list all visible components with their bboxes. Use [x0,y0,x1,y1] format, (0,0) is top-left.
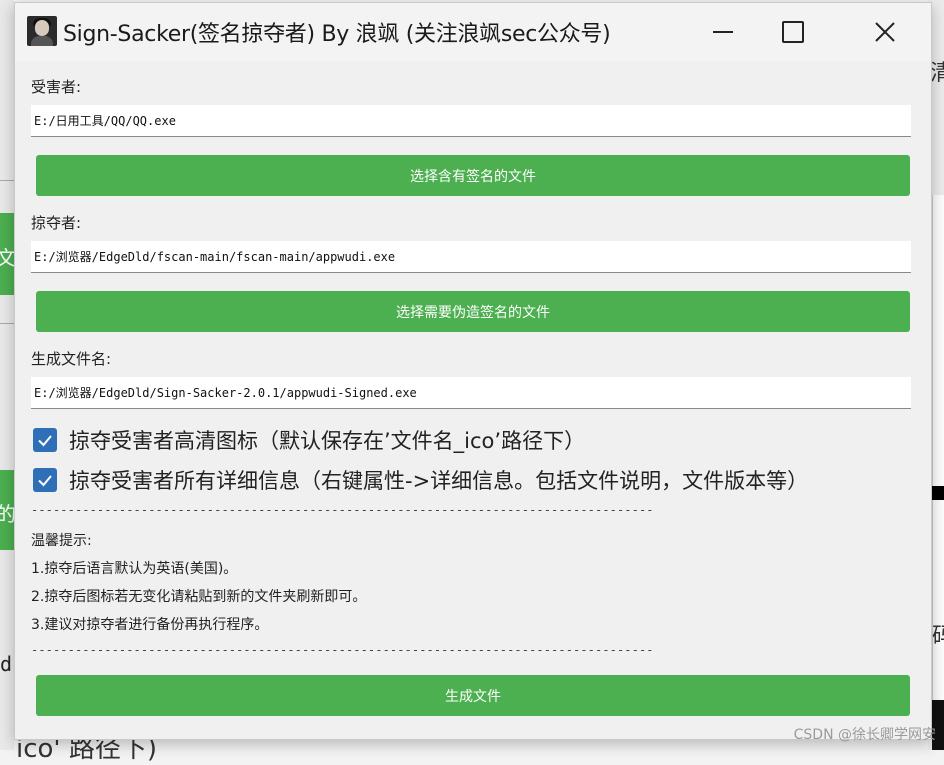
steal-details-checkbox[interactable] [33,468,57,492]
close-icon [875,22,895,42]
minimize-icon [713,31,733,33]
tip-item: 1.掠夺后语言默认为英语(美国)。 [31,561,238,577]
background-text: 码 [932,624,944,649]
tip-item: 2.掠夺后图标若无变化请粘贴到新的文件夹刷新即可。 [31,589,367,605]
generate-file-button[interactable]: 生成文件 [36,675,910,716]
plunderer-path-input[interactable] [31,241,911,273]
plunderer-label: 掠夺者: [31,214,82,232]
separator-line: ----------------------------------------… [31,643,654,657]
app-window: Sign-Sacker(签名掠夺者) By 浪飒 (关注浪飒sec公众号) 受害… [14,2,932,740]
background-text: 清 [930,61,944,86]
tip-item: 3.建议对掠夺者进行备份再执行程序。 [31,617,269,633]
maximize-icon [782,21,804,43]
option-steal-details[interactable]: 掠夺受害者所有详细信息（右键属性->详细信息。包括文件说明，文件版本等） [33,465,808,495]
checkmark-icon [38,435,52,447]
minimize-button[interactable] [693,3,753,61]
background-bar [932,486,944,500]
steal-details-label: 掠夺受害者所有详细信息（右键属性->详细信息。包括文件说明，文件版本等） [69,469,809,493]
background-divider [0,180,14,181]
tips-heading: 温馨提示: [31,533,92,549]
background-left-window [0,0,14,750]
window-title: Sign-Sacker(签名掠夺者) By 浪飒 (关注浪飒sec公众号) [63,22,611,47]
steal-icon-checkbox[interactable] [33,428,57,452]
app-avatar-icon [27,16,57,46]
output-label: 生成文件名: [31,350,112,368]
steal-icon-label: 掠夺受害者高清图标（默认保存在’文件名_ico’路径下） [69,429,586,453]
victim-path-input[interactable] [31,105,911,137]
victim-label: 受害者: [31,78,82,96]
background-divider [0,323,14,324]
title-bar[interactable]: Sign-Sacker(签名掠夺者) By 浪飒 (关注浪飒sec公众号) [15,3,931,61]
checkmark-icon [38,475,52,487]
select-victim-button[interactable]: 选择含有签名的文件 [36,155,910,196]
separator-line: ----------------------------------------… [31,503,654,517]
output-filename-input[interactable] [31,377,911,409]
background-panel [932,195,944,750]
background-text: d [0,652,13,676]
close-button[interactable] [855,3,915,61]
option-steal-icon[interactable]: 掠夺受害者高清图标（默认保存在’文件名_ico’路径下） [33,425,585,455]
maximize-button[interactable] [763,3,823,61]
csdn-watermark: CSDN @徐长卿学网安 [793,727,936,743]
select-plunderer-button[interactable]: 选择需要伪造签名的文件 [36,291,910,332]
